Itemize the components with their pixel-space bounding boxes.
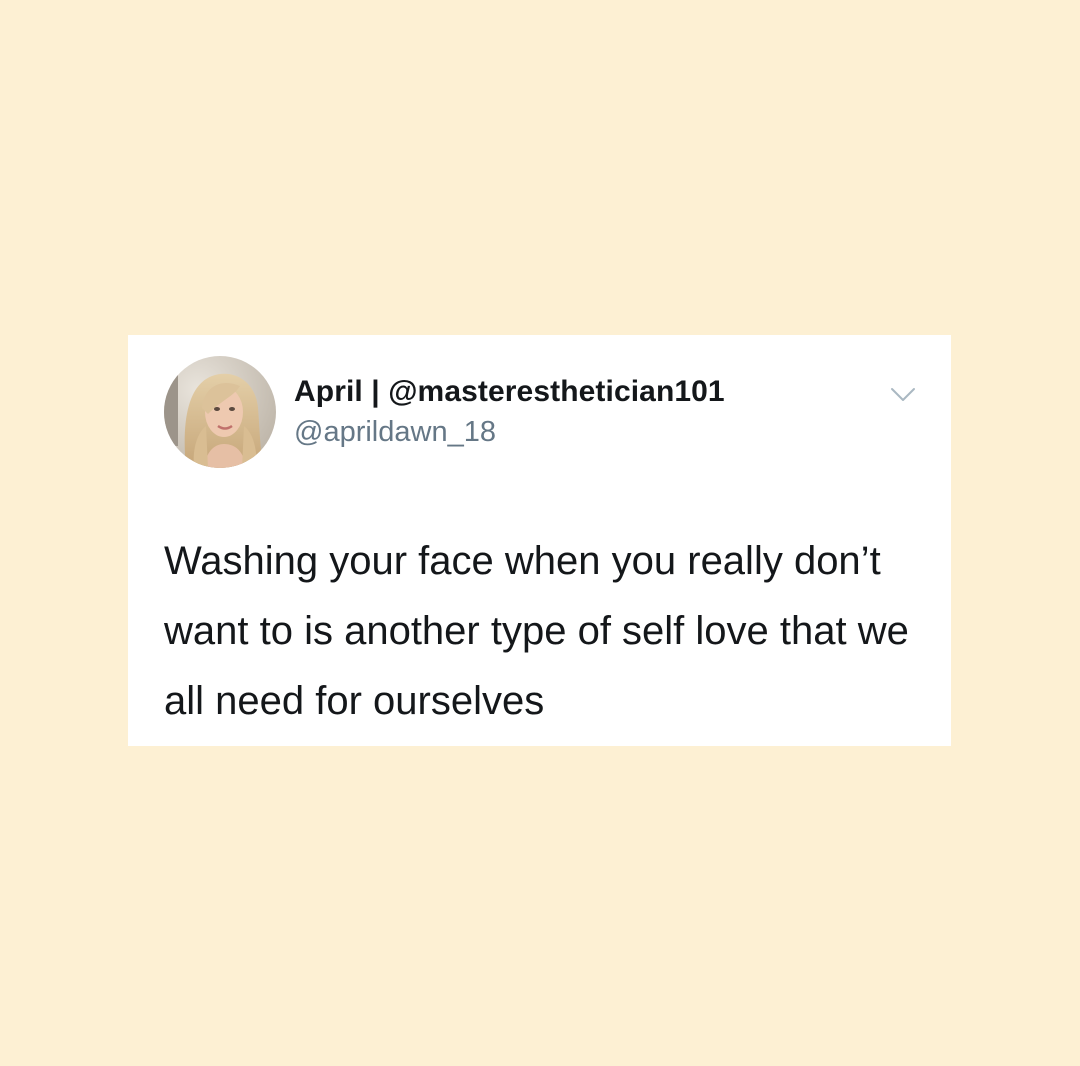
chevron-down-icon[interactable] [890,386,916,404]
tweet-card[interactable]: April | @masteresthetician101 @aprildawn… [128,335,951,746]
author-display-name[interactable]: April | @masteresthetician101 [294,375,725,409]
avatar-photo [164,356,276,468]
author-handle[interactable]: @aprildawn_18 [294,416,496,449]
avatar[interactable] [164,356,276,468]
tweet-text: Washing your face when you really don’t … [164,539,909,723]
